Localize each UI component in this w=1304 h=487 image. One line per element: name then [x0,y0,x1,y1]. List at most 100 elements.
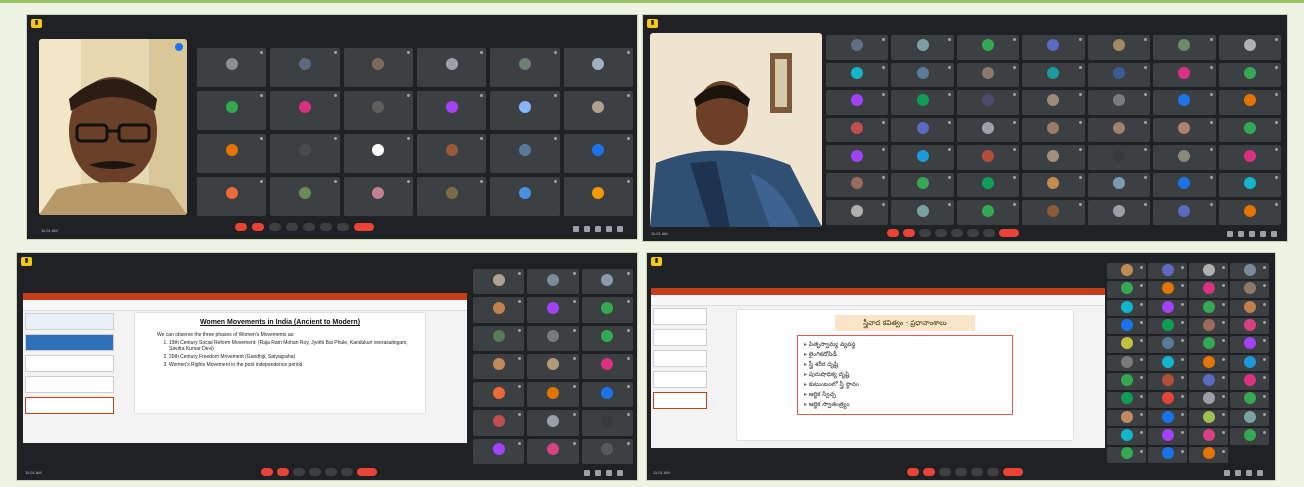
people-icon[interactable] [584,226,590,232]
participant-tile[interactable] [1148,299,1187,317]
participant-tile[interactable] [1153,90,1216,115]
participant-tile[interactable] [490,177,560,216]
slide-thumbnail[interactable] [653,392,708,409]
info-icon[interactable] [1224,470,1230,476]
participant-tile[interactable] [197,91,267,130]
raise-hand-button[interactable] [286,223,298,231]
present-button[interactable] [325,468,337,476]
participant-tile[interactable] [956,200,1020,225]
participant-tile[interactable] [891,35,954,60]
participant-tile[interactable] [1107,318,1146,335]
participant-tile[interactable] [417,91,487,130]
participant-tile[interactable] [270,48,340,87]
slide-thumbnail[interactable] [653,350,708,367]
more-options-button[interactable] [967,229,979,237]
participant-tile[interactable] [417,134,487,173]
participant-tile[interactable] [270,177,340,216]
participant-tile[interactable] [1148,409,1187,427]
participant-tile[interactable] [1218,172,1281,198]
participant-tile[interactable] [417,48,487,87]
lock-icon[interactable] [617,226,623,232]
participant-tile[interactable] [1230,336,1269,353]
participant-tile[interactable] [826,90,889,115]
participant-tile[interactable] [1107,446,1146,463]
participant-tile[interactable] [1153,200,1216,225]
participant-tile[interactable] [956,172,1020,198]
participant-tile[interactable] [1230,281,1269,298]
participant-tile[interactable] [891,145,954,170]
shared-presentation[interactable]: స్త్రీవాద కవిత్వం - ప్రధానాంశాలు పితృస్వ… [651,288,1105,448]
participant-tile[interactable] [1022,200,1085,225]
participant-tile[interactable] [1218,200,1281,225]
participant-tile[interactable] [1148,373,1187,390]
participant-tile[interactable] [956,90,1020,115]
participant-tile[interactable] [527,438,579,464]
info-icon[interactable] [573,226,579,232]
raise-hand-button[interactable] [955,468,967,476]
participant-tile[interactable] [1022,35,1085,60]
participant-tile[interactable] [1107,428,1146,445]
mic-off-button[interactable] [887,229,899,237]
people-icon[interactable] [1238,231,1244,237]
participant-tile[interactable] [891,172,954,198]
participant-tile[interactable] [956,145,1020,170]
captions-button[interactable] [919,229,931,237]
participant-tile[interactable] [473,410,525,436]
mic-off-button[interactable] [907,468,919,476]
participant-tile[interactable] [1148,336,1187,353]
participant-tile[interactable] [1189,263,1228,280]
raise-hand-button[interactable] [935,229,947,237]
mic-off-button[interactable] [235,223,247,231]
participant-tile[interactable] [1153,117,1216,143]
end-call-button[interactable] [999,229,1019,237]
participant-tile[interactable] [1189,391,1228,408]
chat-icon[interactable] [1246,470,1252,476]
slide-thumbnail[interactable] [653,371,708,388]
participant-tile[interactable] [1189,373,1228,390]
participant-tile[interactable] [1022,145,1085,170]
participant-tile[interactable] [490,91,560,130]
participant-tile[interactable] [1153,172,1216,198]
activities-icon[interactable] [617,470,623,476]
participant-tile[interactable] [1087,200,1151,225]
slide-thumbnail[interactable] [653,308,708,325]
presenter-video[interactable] [650,33,822,227]
participant-tile[interactable] [1230,373,1269,390]
participant-tile[interactable] [891,90,954,115]
mic-off-button[interactable] [261,468,273,476]
participant-tile[interactable] [1148,428,1187,445]
participant-tile[interactable] [1107,281,1146,298]
slide-thumbnail[interactable] [25,397,114,414]
participant-tile[interactable] [270,91,340,130]
participant-tile[interactable] [891,200,954,225]
participant-tile[interactable] [1189,354,1228,372]
participant-tile[interactable] [563,91,633,130]
more-options-button[interactable] [341,468,353,476]
participant-tile[interactable] [1107,354,1146,372]
participant-tile[interactable] [581,438,633,464]
participant-tile[interactable] [343,48,413,87]
participant-tile[interactable] [1022,90,1085,115]
participant-tile[interactable] [956,117,1020,143]
participant-tile[interactable] [473,269,525,295]
participant-tile[interactable] [417,177,487,216]
participant-tile[interactable] [343,91,413,130]
raise-hand-button[interactable] [309,468,321,476]
more-options-button[interactable] [987,468,999,476]
participant-tile[interactable] [1022,172,1085,198]
participant-tile[interactable] [581,382,633,408]
activities-icon[interactable] [1257,470,1263,476]
participant-tile[interactable] [343,134,413,173]
camera-off-button[interactable] [903,229,915,237]
participant-tile[interactable] [1218,62,1281,88]
participant-tile[interactable] [197,48,267,87]
captions-button[interactable] [269,223,281,231]
participant-tile[interactable] [473,382,525,408]
participant-tile[interactable] [563,48,633,87]
participant-tile[interactable] [1022,62,1085,88]
participant-tile[interactable] [1230,428,1269,445]
slide-thumbnail[interactable] [653,329,708,346]
chat-icon[interactable] [1249,231,1255,237]
participant-tile[interactable] [826,35,889,60]
participant-tile[interactable] [270,134,340,173]
